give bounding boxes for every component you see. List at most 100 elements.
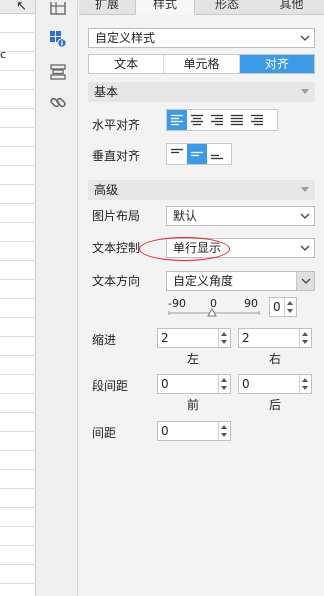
style-panel: 扩展 样式 形态 其他 自定义样式 文本 单元格 对齐 基本 水平对齐 垂直对齐… <box>79 0 324 596</box>
align-justify-button[interactable] <box>227 110 247 130</box>
angle-value: 0 <box>273 300 281 314</box>
para-after-value: 0 <box>242 377 250 391</box>
grid-row-line <box>0 564 35 565</box>
vertical-align-label: 垂直对齐 <box>92 149 141 163</box>
grid-row-line <box>0 165 35 166</box>
align-left-button[interactable] <box>167 110 187 130</box>
align-center-button[interactable] <box>187 110 207 130</box>
grid-row-line <box>0 355 35 356</box>
stepper-arrows-icon[interactable] <box>218 422 230 440</box>
cell-style-icon[interactable] <box>49 30 67 48</box>
grid-row-line <box>0 469 35 470</box>
indent-right-caption: 右 <box>269 352 282 366</box>
angle-slider[interactable]: -90 0 90 <box>166 296 262 320</box>
indent-left-stepper[interactable]: 2 <box>157 328 231 348</box>
section-advanced[interactable]: 高级 <box>88 180 315 200</box>
grid-row-line <box>0 260 35 261</box>
indent-left-value: 2 <box>161 331 169 345</box>
style-select-value: 自定义样式 <box>95 31 156 45</box>
grid-row-line <box>0 336 35 337</box>
grid-row-line <box>0 203 35 204</box>
chevron-down-icon <box>296 29 314 47</box>
chevron-down-icon <box>296 272 314 290</box>
image-layout-label: 图片布局 <box>92 209 141 223</box>
tab-extension[interactable]: 扩展 <box>79 0 135 15</box>
section-advanced-title: 高级 <box>94 183 119 197</box>
panel-icon-strip <box>37 0 78 596</box>
grid-icon[interactable] <box>49 0 67 18</box>
grid-row-line <box>0 32 35 33</box>
sheet-grid[interactable]: ↖ c <box>0 0 36 596</box>
grid-row-line <box>0 507 35 508</box>
grid-row-line <box>0 583 35 584</box>
grid-row-line <box>0 545 35 546</box>
stepper-arrows-icon[interactable] <box>299 329 311 347</box>
grid-row-line <box>0 241 35 242</box>
spacing-value: 0 <box>161 424 169 438</box>
image-layout-value: 默认 <box>173 209 198 223</box>
align-distributed-button[interactable] <box>247 110 267 130</box>
highlight-circle <box>139 237 230 261</box>
grid-row-line <box>0 412 35 413</box>
style-select[interactable]: 自定义样式 <box>88 28 315 48</box>
tab-style[interactable]: 样式 <box>135 0 195 15</box>
valign-middle-button[interactable] <box>187 144 207 164</box>
grid-row-line <box>0 317 35 318</box>
grid-row-line <box>0 184 35 185</box>
panel-tabs: 扩展 样式 形态 其他 <box>79 0 324 15</box>
grid-row-line <box>0 89 35 90</box>
tab-form[interactable]: 形态 <box>195 0 259 15</box>
stepper-arrows-icon[interactable] <box>299 375 311 393</box>
valign-bottom-button[interactable] <box>207 144 227 164</box>
grid-row-line <box>0 279 35 280</box>
collapse-chevron-icon <box>301 187 309 192</box>
text-control-label: 文本控制 <box>92 241 141 255</box>
link-icon[interactable] <box>49 94 67 112</box>
indent-right-value: 2 <box>242 331 250 345</box>
para-before-stepper[interactable]: 0 <box>157 374 231 394</box>
grid-row-line <box>0 51 35 52</box>
para-before-caption: 前 <box>187 398 200 412</box>
grid-row-line <box>0 526 35 527</box>
sub-tabs: 文本 单元格 对齐 <box>88 54 315 74</box>
image-layout-select[interactable]: 默认 <box>166 206 315 226</box>
horizontal-align-label: 水平对齐 <box>92 118 141 132</box>
grid-row-line <box>0 393 35 394</box>
section-basic[interactable]: 基本 <box>88 82 315 102</box>
stepper-arrows-icon[interactable] <box>218 329 230 347</box>
spacing-label: 间距 <box>92 426 117 440</box>
para-after-stepper[interactable]: 0 <box>238 374 312 394</box>
layout-icon[interactable] <box>49 63 67 81</box>
paragraph-spacing-label: 段间距 <box>92 379 129 393</box>
tab-other[interactable]: 其他 <box>259 0 324 15</box>
grid-row-line <box>0 298 35 299</box>
stepper-arrows-icon[interactable] <box>284 298 296 316</box>
grid-row-line <box>0 431 35 432</box>
grid-row-line <box>0 450 35 451</box>
para-after-caption: 后 <box>269 398 282 412</box>
align-right-button[interactable] <box>207 110 227 130</box>
grid-row-line <box>0 222 35 223</box>
subtab-cell[interactable]: 单元格 <box>163 55 238 73</box>
section-basic-title: 基本 <box>94 85 119 99</box>
text-direction-value: 自定义角度 <box>173 274 234 288</box>
chevron-down-icon <box>296 239 314 257</box>
horizontal-align-group <box>166 109 278 131</box>
grid-row-line <box>0 488 35 489</box>
para-before-value: 0 <box>161 377 169 391</box>
grid-row-line <box>0 374 35 375</box>
grid-row-line <box>0 108 35 109</box>
indent-left-caption: 左 <box>187 352 200 366</box>
spacing-stepper[interactable]: 0 <box>157 421 231 441</box>
grid-row-line <box>0 127 35 128</box>
subtab-align[interactable]: 对齐 <box>238 55 314 73</box>
indent-right-stepper[interactable]: 2 <box>238 328 312 348</box>
subtab-text[interactable]: 文本 <box>89 55 163 73</box>
stepper-arrows-icon[interactable] <box>218 375 230 393</box>
angle-stepper[interactable]: 0 <box>269 297 297 317</box>
valign-top-button[interactable] <box>167 144 187 164</box>
text-direction-select[interactable]: 自定义角度 <box>166 271 315 291</box>
grid-row-line <box>0 146 35 147</box>
chevron-down-icon <box>296 207 314 225</box>
indent-label: 缩进 <box>92 333 117 347</box>
